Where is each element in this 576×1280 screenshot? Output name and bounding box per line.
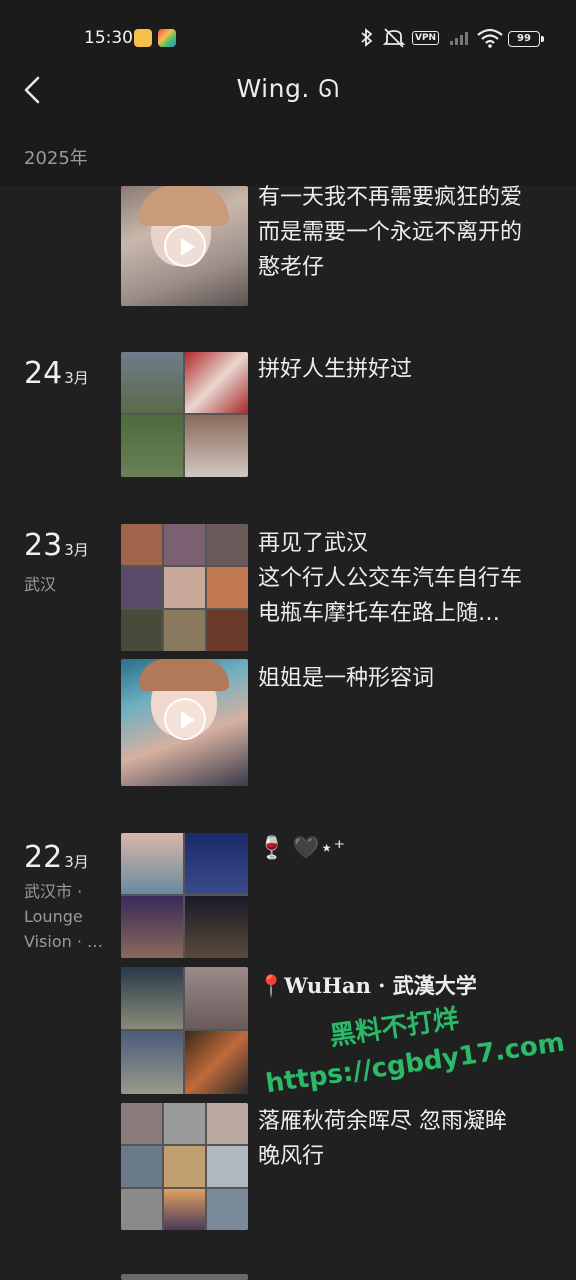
post-thumbnail-grid[interactable] — [121, 833, 248, 958]
photo — [207, 1146, 248, 1187]
location-label: 武汉 — [24, 575, 57, 594]
photo — [121, 1031, 183, 1094]
watermark: 黑料不打烊 https://cgbdy17.com — [258, 986, 567, 1103]
post-text[interactable]: 🍷 🖤⋆⁺ — [258, 831, 558, 866]
app-notification-icon — [134, 29, 152, 47]
photo — [121, 524, 162, 565]
date-month: 3月 — [64, 853, 89, 871]
date-day: 23 — [24, 528, 63, 563]
post-text[interactable]: 再见了武汉 这个行人公交车汽车自行车 电瓶车摩托车在路上随… — [258, 526, 558, 631]
photo — [185, 967, 248, 1029]
photo — [164, 1146, 205, 1187]
photo — [185, 352, 248, 413]
photo — [121, 610, 162, 651]
photo — [207, 1189, 248, 1230]
post-thumbnail-grid[interactable] — [121, 1103, 248, 1230]
photo — [121, 415, 183, 477]
location-label: 武汉市 · Lounge Vision · … — [24, 882, 104, 951]
post-text[interactable]: 落雁秋荷余晖尽 忽雨凝眸 晚风行 — [258, 1104, 558, 1174]
photo — [207, 567, 248, 608]
photo — [121, 352, 183, 413]
photo — [207, 1103, 248, 1144]
photo — [185, 833, 248, 894]
photo — [121, 567, 162, 608]
status-bar: 15:30 VPN 99 — [0, 0, 576, 80]
photo — [207, 610, 248, 651]
wifi-icon — [477, 28, 503, 48]
play-icon — [164, 698, 206, 740]
mute-icon — [382, 28, 406, 48]
profile-title: Wing. ᘏ — [236, 74, 340, 103]
photo — [164, 567, 205, 608]
play-icon — [164, 225, 206, 267]
photo — [121, 1189, 162, 1230]
date-month: 3月 — [64, 541, 89, 559]
post-text[interactable]: 拼好人生拼好过 — [258, 352, 558, 387]
photo — [164, 524, 205, 565]
post-thumbnail-video[interactable] — [121, 659, 248, 786]
date-label: 23 3月 — [24, 528, 89, 563]
post-text[interactable]: 姐姐是一种形容词 — [258, 661, 558, 696]
photo — [121, 1103, 162, 1144]
photo — [185, 1031, 248, 1094]
date-label: 22 3月 — [24, 840, 89, 875]
signal-icon — [450, 32, 468, 45]
date-day: 22 — [24, 840, 63, 875]
post-text[interactable]: 有一天我不再需要疯狂的爱 而是需要一个永远不离开的 憨老仔 — [258, 180, 558, 285]
photo — [185, 415, 248, 477]
photo — [164, 610, 205, 651]
photo — [121, 833, 183, 894]
photo — [121, 1146, 162, 1187]
photo — [121, 967, 183, 1029]
photo — [207, 524, 248, 565]
date-day: 24 — [24, 356, 63, 391]
bluetooth-icon — [361, 28, 373, 47]
photo — [121, 896, 183, 958]
photo — [164, 1189, 205, 1230]
year-label: 2025年 — [24, 148, 88, 169]
date-label: 24 3月 — [24, 356, 89, 391]
photo — [164, 1103, 205, 1144]
date-month: 3月 — [64, 369, 89, 387]
battery-indicator: 99 — [508, 31, 544, 47]
top-header: 15:30 VPN 99 Wing. ᘏ 2025年 — [0, 0, 576, 186]
status-time: 15:30 — [84, 28, 133, 48]
post-thumbnail-video[interactable] — [121, 186, 248, 306]
app-notification-icon-2 — [158, 29, 176, 47]
photo — [185, 896, 248, 958]
post-thumbnail-grid[interactable] — [121, 524, 248, 651]
post-thumbnail-grid[interactable] — [121, 352, 248, 477]
post-thumbnail-grid[interactable] — [121, 967, 248, 1094]
post-thumbnail-partial[interactable] — [121, 1274, 248, 1280]
vpn-badge: VPN — [412, 31, 440, 45]
